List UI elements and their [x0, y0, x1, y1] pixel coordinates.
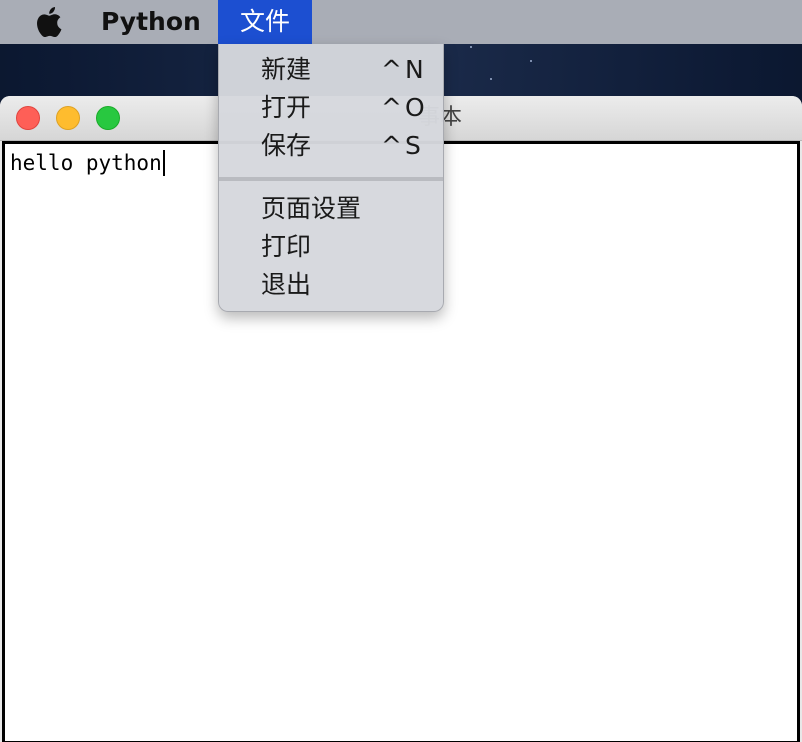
editor-text: hello python: [10, 151, 162, 175]
window-zoom-button[interactable]: [96, 106, 120, 130]
menu-item-print[interactable]: 打印: [219, 228, 445, 266]
menu-item-label: 打印: [261, 232, 312, 261]
editor-content[interactable]: hello python: [10, 150, 165, 176]
desktop-star: [530, 60, 532, 62]
menu-item-label: 新建: [261, 55, 312, 84]
window-minimize-button[interactable]: [56, 106, 80, 130]
menu-bar: Python 文件: [0, 0, 802, 44]
menu-item-open[interactable]: 打开 ^O: [219, 89, 445, 127]
menu-item-save[interactable]: 保存 ^S: [219, 127, 445, 165]
file-dropdown-menu: 新建 ^N 打开 ^O 保存 ^S 页面设置 打印 退出: [218, 44, 444, 312]
menu-file[interactable]: 文件: [218, 0, 312, 44]
window-close-button[interactable]: [16, 106, 40, 130]
menu-item-label: 保存: [261, 131, 312, 160]
menu-item-label: 打开: [261, 93, 312, 122]
apple-logo-icon[interactable]: [34, 7, 62, 37]
menu-item-shortcut: ^S: [381, 131, 424, 160]
menu-item-label: 退出: [261, 270, 312, 299]
menu-item-quit[interactable]: 退出: [219, 266, 445, 304]
menu-item-page-setup[interactable]: 页面设置: [219, 190, 445, 228]
menu-item-shortcut: ^N: [381, 55, 427, 84]
menu-item-shortcut: ^O: [381, 93, 428, 122]
text-caret: [162, 150, 165, 176]
desktop-star: [470, 46, 472, 48]
menu-app-name[interactable]: Python: [101, 0, 201, 44]
menu-separator: [219, 177, 443, 181]
menu-item-label: 页面设置: [261, 194, 362, 223]
desktop-star: [490, 78, 492, 80]
menu-item-new[interactable]: 新建 ^N: [219, 51, 445, 89]
